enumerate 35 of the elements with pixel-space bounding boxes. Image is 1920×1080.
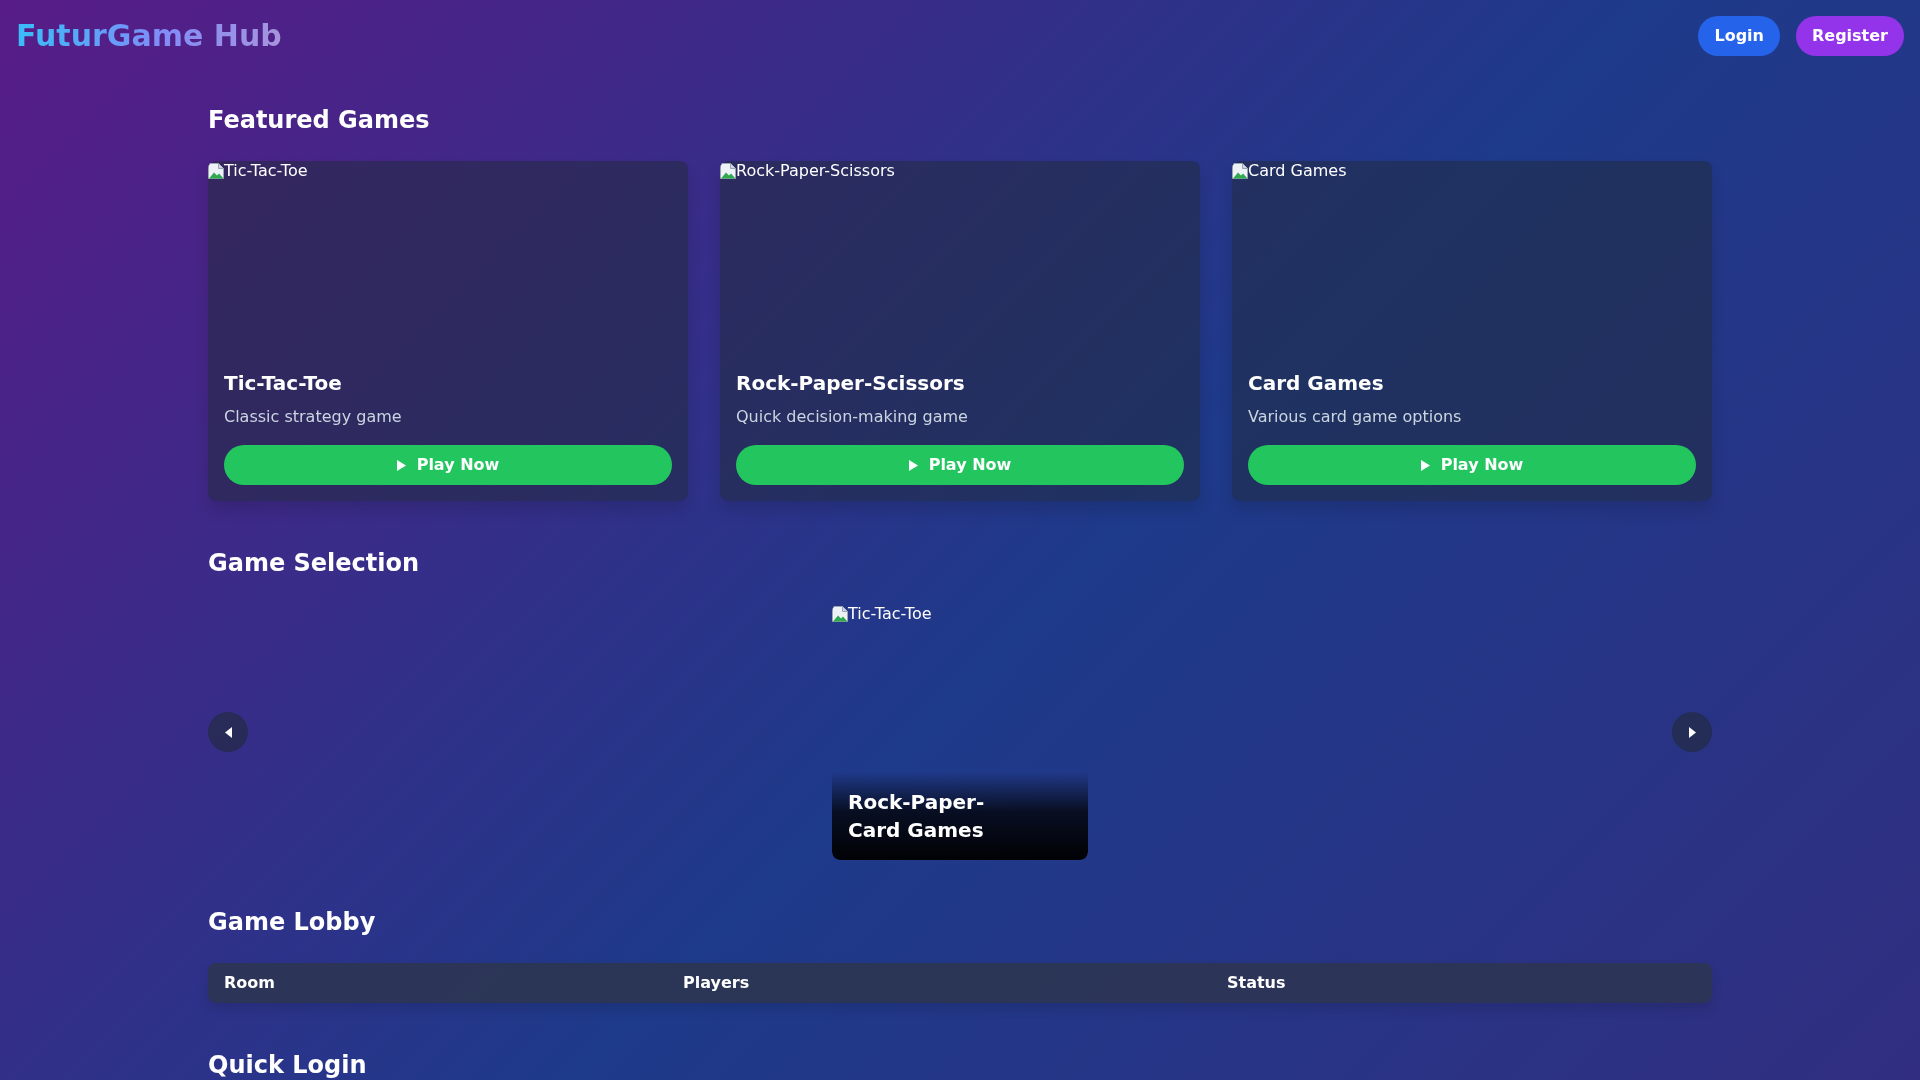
column-header: Players <box>682 972 751 994</box>
section-heading: Featured Games <box>208 106 431 134</box>
play-icon <box>908 459 918 471</box>
image-alt-text: Card Games <box>1248 161 1347 181</box>
game-description: Various card game options <box>1248 406 1463 428</box>
section-heading: Game Selection <box>208 549 421 577</box>
slide-title: Rock-Paper- <box>848 789 986 816</box>
image-alt-text: Tic-Tac-Toe <box>848 604 932 624</box>
game-title: Rock-Paper-Scissors <box>736 370 966 397</box>
caret-left-icon <box>224 726 232 738</box>
section-heading: Quick Login <box>208 1051 368 1079</box>
broken-image-icon <box>720 163 736 179</box>
column-header: Status <box>1226 972 1287 994</box>
slide-title: Card Games <box>848 817 985 844</box>
column-header: Room <box>223 972 276 994</box>
game-title: Tic-Tac-Toe <box>224 370 343 397</box>
game-description: Quick decision-making game <box>736 406 969 428</box>
game-description: Classic strategy game <box>224 406 403 428</box>
game-title: Card Games <box>1248 370 1385 397</box>
broken-image-icon <box>1232 163 1248 179</box>
play-icon <box>396 459 406 471</box>
play-now-button[interactable]: Play Now <box>224 445 672 485</box>
play-now-button[interactable]: Play Now <box>736 445 1184 485</box>
previous-button[interactable] <box>208 712 248 752</box>
broken-image-icon <box>208 163 224 179</box>
image-alt-text: Rock-Paper-Scissors <box>736 161 895 181</box>
image-alt-text: Tic-Tac-Toe <box>224 161 308 181</box>
caret-right-icon <box>1688 726 1696 738</box>
play-icon <box>1420 459 1430 471</box>
login-button[interactable]: Login <box>1698 16 1780 56</box>
section-heading: Game Lobby <box>208 908 377 936</box>
broken-image-icon <box>832 606 848 622</box>
next-button[interactable] <box>1672 712 1712 752</box>
play-now-button[interactable]: Play Now <box>1248 445 1696 485</box>
register-button[interactable]: Register <box>1795 16 1904 56</box>
